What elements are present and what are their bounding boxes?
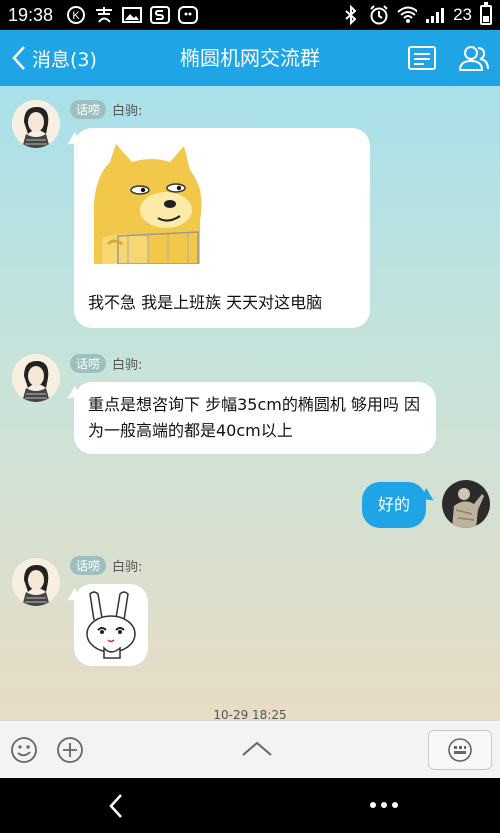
sender-info: 话唠 白驹: xyxy=(70,354,142,373)
k-icon: K xyxy=(66,6,86,24)
image-icon xyxy=(122,6,142,24)
title-bar: 椭圆机网交流群 消息(3) xyxy=(0,30,500,86)
rabbit-sticker xyxy=(86,591,136,659)
signal-number: 23 xyxy=(453,5,472,24)
status-time: 19:38 xyxy=(8,5,54,25)
group-members-icon[interactable] xyxy=(458,42,490,74)
emoji-icon[interactable] xyxy=(10,736,38,764)
back-icon[interactable] xyxy=(106,792,126,820)
qq-icon xyxy=(178,6,198,24)
wifi-icon xyxy=(397,6,418,24)
sticker-bubble[interactable] xyxy=(74,584,148,666)
sender-info: 话唠 白驹: xyxy=(70,556,142,575)
keyboard-icon xyxy=(448,738,472,762)
sender-tag: 话唠 xyxy=(70,354,107,373)
input-bar xyxy=(0,720,500,778)
group-info-icon[interactable] xyxy=(406,42,438,74)
more-icon[interactable] xyxy=(368,800,400,810)
message-text: 我不急 我是上班族 天天对这电脑 xyxy=(88,293,323,312)
message-bubble[interactable]: 重点是想咨询下 步幅35cm的椭圆机 够用吗 因为一般高端的都是40cm以上 xyxy=(74,382,436,454)
signal-icon xyxy=(425,6,445,24)
svg-text:K: K xyxy=(72,10,80,22)
back-button[interactable]: 消息(3) xyxy=(8,30,97,86)
navigation-bar xyxy=(0,778,500,833)
message-timestamp: 10-29 18:25 xyxy=(213,708,287,720)
sender-tag: 话唠 xyxy=(70,100,107,119)
girl-avatar-icon xyxy=(12,354,60,402)
avatar[interactable] xyxy=(12,100,60,148)
sender-info: 话唠 白驹: xyxy=(70,100,142,119)
sender-name: 白驹: xyxy=(112,358,143,373)
s-icon xyxy=(150,6,170,24)
alipay-icon xyxy=(94,6,114,24)
sender-name: 白驹: xyxy=(112,104,143,119)
chevron-left-icon xyxy=(12,46,25,70)
back-label: 消息(3) xyxy=(32,48,97,71)
chat-area[interactable]: 话唠 白驹: 我不急 我是上班族 天天对这电脑 话唠 白驹: 重点是想咨询下 步… xyxy=(0,86,500,720)
statue-avatar-icon xyxy=(442,480,490,528)
avatar[interactable] xyxy=(12,558,60,606)
message-bubble[interactable]: 我不急 我是上班族 天天对这电脑 xyxy=(74,128,370,328)
doge-sticker xyxy=(88,140,212,264)
system-icons: 23 xyxy=(341,2,492,26)
message-bubble-self[interactable]: 好的 xyxy=(362,482,426,528)
girl-avatar-icon xyxy=(12,558,60,606)
message-text: 重点是想咨询下 步幅35cm的椭圆机 够用吗 因为一般高端的都是40cm以上 xyxy=(88,395,421,440)
status-bar: 19:38 K 23 xyxy=(0,0,500,30)
bluetooth-icon xyxy=(341,5,361,25)
keyboard-button[interactable] xyxy=(428,730,492,770)
sender-tag: 话唠 xyxy=(70,556,107,575)
chevron-up-icon[interactable] xyxy=(240,739,274,759)
notification-icons: K xyxy=(66,5,198,25)
girl-avatar-icon xyxy=(12,100,60,148)
message-text: 好的 xyxy=(377,495,410,514)
alarm-icon xyxy=(369,5,389,25)
self-avatar[interactable] xyxy=(442,480,490,528)
plus-icon[interactable] xyxy=(56,736,84,764)
sender-name: 白驹: xyxy=(112,560,143,575)
battery-icon xyxy=(480,2,492,25)
avatar[interactable] xyxy=(12,354,60,402)
